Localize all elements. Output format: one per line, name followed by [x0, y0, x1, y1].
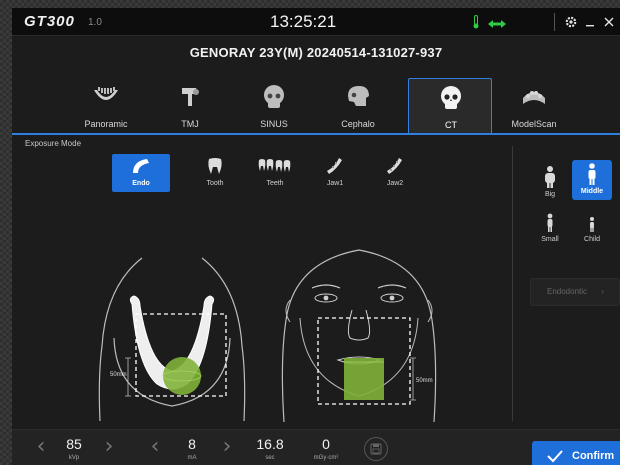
exposure-label: Tooth: [206, 180, 224, 187]
size-label: Small: [541, 236, 559, 243]
size-big-button[interactable]: Big: [530, 163, 570, 203]
person-middle-icon: [585, 162, 599, 186]
exposure-jaw1-button[interactable]: Jaw1: [306, 154, 364, 192]
teeth-icon: [258, 157, 292, 175]
param-value: 0: [322, 436, 330, 452]
app-version: 1.0: [88, 17, 102, 28]
size-small-button[interactable]: Small: [530, 208, 570, 248]
size-child-button[interactable]: Child: [572, 208, 612, 248]
checkmark-icon: [546, 448, 564, 464]
tooth-icon: [205, 157, 225, 175]
fov-dimension-label: 50mm: [110, 372, 127, 378]
size-label: Big: [544, 191, 556, 198]
param-unit: kVp: [68, 455, 80, 461]
exposure-mode-label: Exposure Mode: [25, 139, 82, 148]
endo-icon: [131, 157, 151, 175]
dental-model-icon: [520, 84, 548, 110]
exposure-label: Jaw2: [386, 180, 404, 187]
exposure-label: Jaw1: [326, 180, 344, 187]
face-fov-diagram: 50mm: [274, 240, 444, 423]
ma-decrease-chevron-left-icon[interactable]: ‹: [146, 436, 164, 460]
divider: [554, 13, 555, 31]
param-unit: sec: [265, 455, 275, 461]
skull-icon: [260, 84, 288, 110]
exposure-jaw2-button[interactable]: Jaw2: [366, 154, 424, 192]
exposure-time-value: 16.8 sec: [248, 430, 292, 465]
jaw-fov-diagram: 50mm: [92, 246, 252, 422]
tab-tmj[interactable]: TMJ: [148, 78, 232, 134]
exposure-label: Teeth: [266, 180, 284, 187]
tab-ct[interactable]: CT: [408, 78, 492, 134]
panel-divider: [512, 146, 513, 421]
settings-gear-icon[interactable]: [563, 14, 579, 30]
panoramic-arch-icon: [92, 84, 120, 110]
person-child-icon: [585, 210, 599, 234]
tab-label: Panoramic: [84, 119, 128, 129]
kvp-increase-chevron-right-icon[interactable]: ›: [100, 436, 118, 460]
kvp-value: 85 kVp: [52, 430, 96, 465]
close-icon[interactable]: [601, 14, 617, 30]
tab-label: Cephalo: [341, 119, 375, 129]
dose-value: 0 mGy·cm²: [304, 430, 348, 465]
tmj-icon: [176, 84, 204, 110]
connection-status-icon: [488, 16, 506, 34]
ma-increase-chevron-right-icon[interactable]: ›: [218, 436, 236, 460]
param-value: 8: [188, 436, 196, 452]
chevron-right-icon: ›: [601, 286, 604, 296]
tab-sinus[interactable]: SINUS: [232, 78, 316, 134]
person-big-icon: [543, 165, 557, 189]
save-icon[interactable]: [364, 437, 388, 461]
exposure-tooth-button[interactable]: Tooth: [186, 154, 244, 192]
thermometer-icon: [472, 15, 480, 34]
param-unit: mGy·cm²: [313, 455, 339, 461]
size-middle-button[interactable]: Middle: [572, 160, 612, 200]
patient-info: GENORAY 23Y(M) 20240514-131027-937: [189, 45, 443, 60]
skull-side-icon: [344, 84, 372, 110]
tab-panoramic[interactable]: Panoramic: [64, 78, 148, 134]
exposure-teeth-button[interactable]: Teeth: [246, 154, 304, 192]
param-value: 16.8: [256, 436, 284, 452]
clock: 13:25:21: [270, 12, 337, 31]
minimize-icon[interactable]: [582, 14, 598, 30]
size-label: Middle: [580, 188, 604, 195]
fov-dimension-label: 50mm: [416, 378, 433, 384]
tab-underline: [12, 133, 620, 135]
kvp-decrease-chevron-left-icon[interactable]: ‹: [32, 436, 50, 460]
tab-label: CT: [445, 120, 457, 130]
skull-front-icon: [437, 85, 465, 111]
tab-label: TMJ: [181, 119, 199, 129]
status-icons: [472, 15, 506, 34]
param-value: 85: [66, 436, 82, 452]
person-small-icon: [543, 210, 557, 234]
tab-label: SINUS: [260, 119, 288, 129]
exposure-endo-button[interactable]: Endo: [112, 154, 170, 192]
exposure-parameter-bar: ‹ 85 kVp › ‹ 8 mA › 16.8 sec 0 mGy·cm²: [12, 429, 620, 465]
endodontic-label: Endodontic: [547, 287, 588, 296]
title-bar: GT300 1.0 13:25:21: [12, 8, 620, 36]
tab-modelscan[interactable]: ModelScan: [492, 78, 576, 134]
gt300-app-window: GT300 1.0 13:25:21 GENORAY 23Y(M) 202405…: [12, 8, 620, 465]
ma-value: 8 mA: [170, 430, 214, 465]
param-unit: mA: [187, 455, 197, 461]
jaw-icon: [385, 157, 405, 175]
tab-label: ModelScan: [511, 119, 557, 129]
size-label: Child: [584, 236, 600, 243]
exposure-label: Endo: [132, 180, 150, 187]
brand-logo: GT300: [24, 13, 75, 30]
window-controls: [554, 8, 620, 36]
confirm-label: Confirm: [572, 450, 615, 462]
confirm-button[interactable]: Confirm: [532, 441, 620, 465]
mode-tabs: Panoramic TMJ SINUS Cephalo CT ModelScan: [12, 78, 620, 134]
endodontic-button[interactable]: Endodontic ›: [530, 278, 620, 306]
tab-cephalo[interactable]: Cephalo: [316, 78, 400, 134]
jaw-icon: [325, 157, 345, 175]
